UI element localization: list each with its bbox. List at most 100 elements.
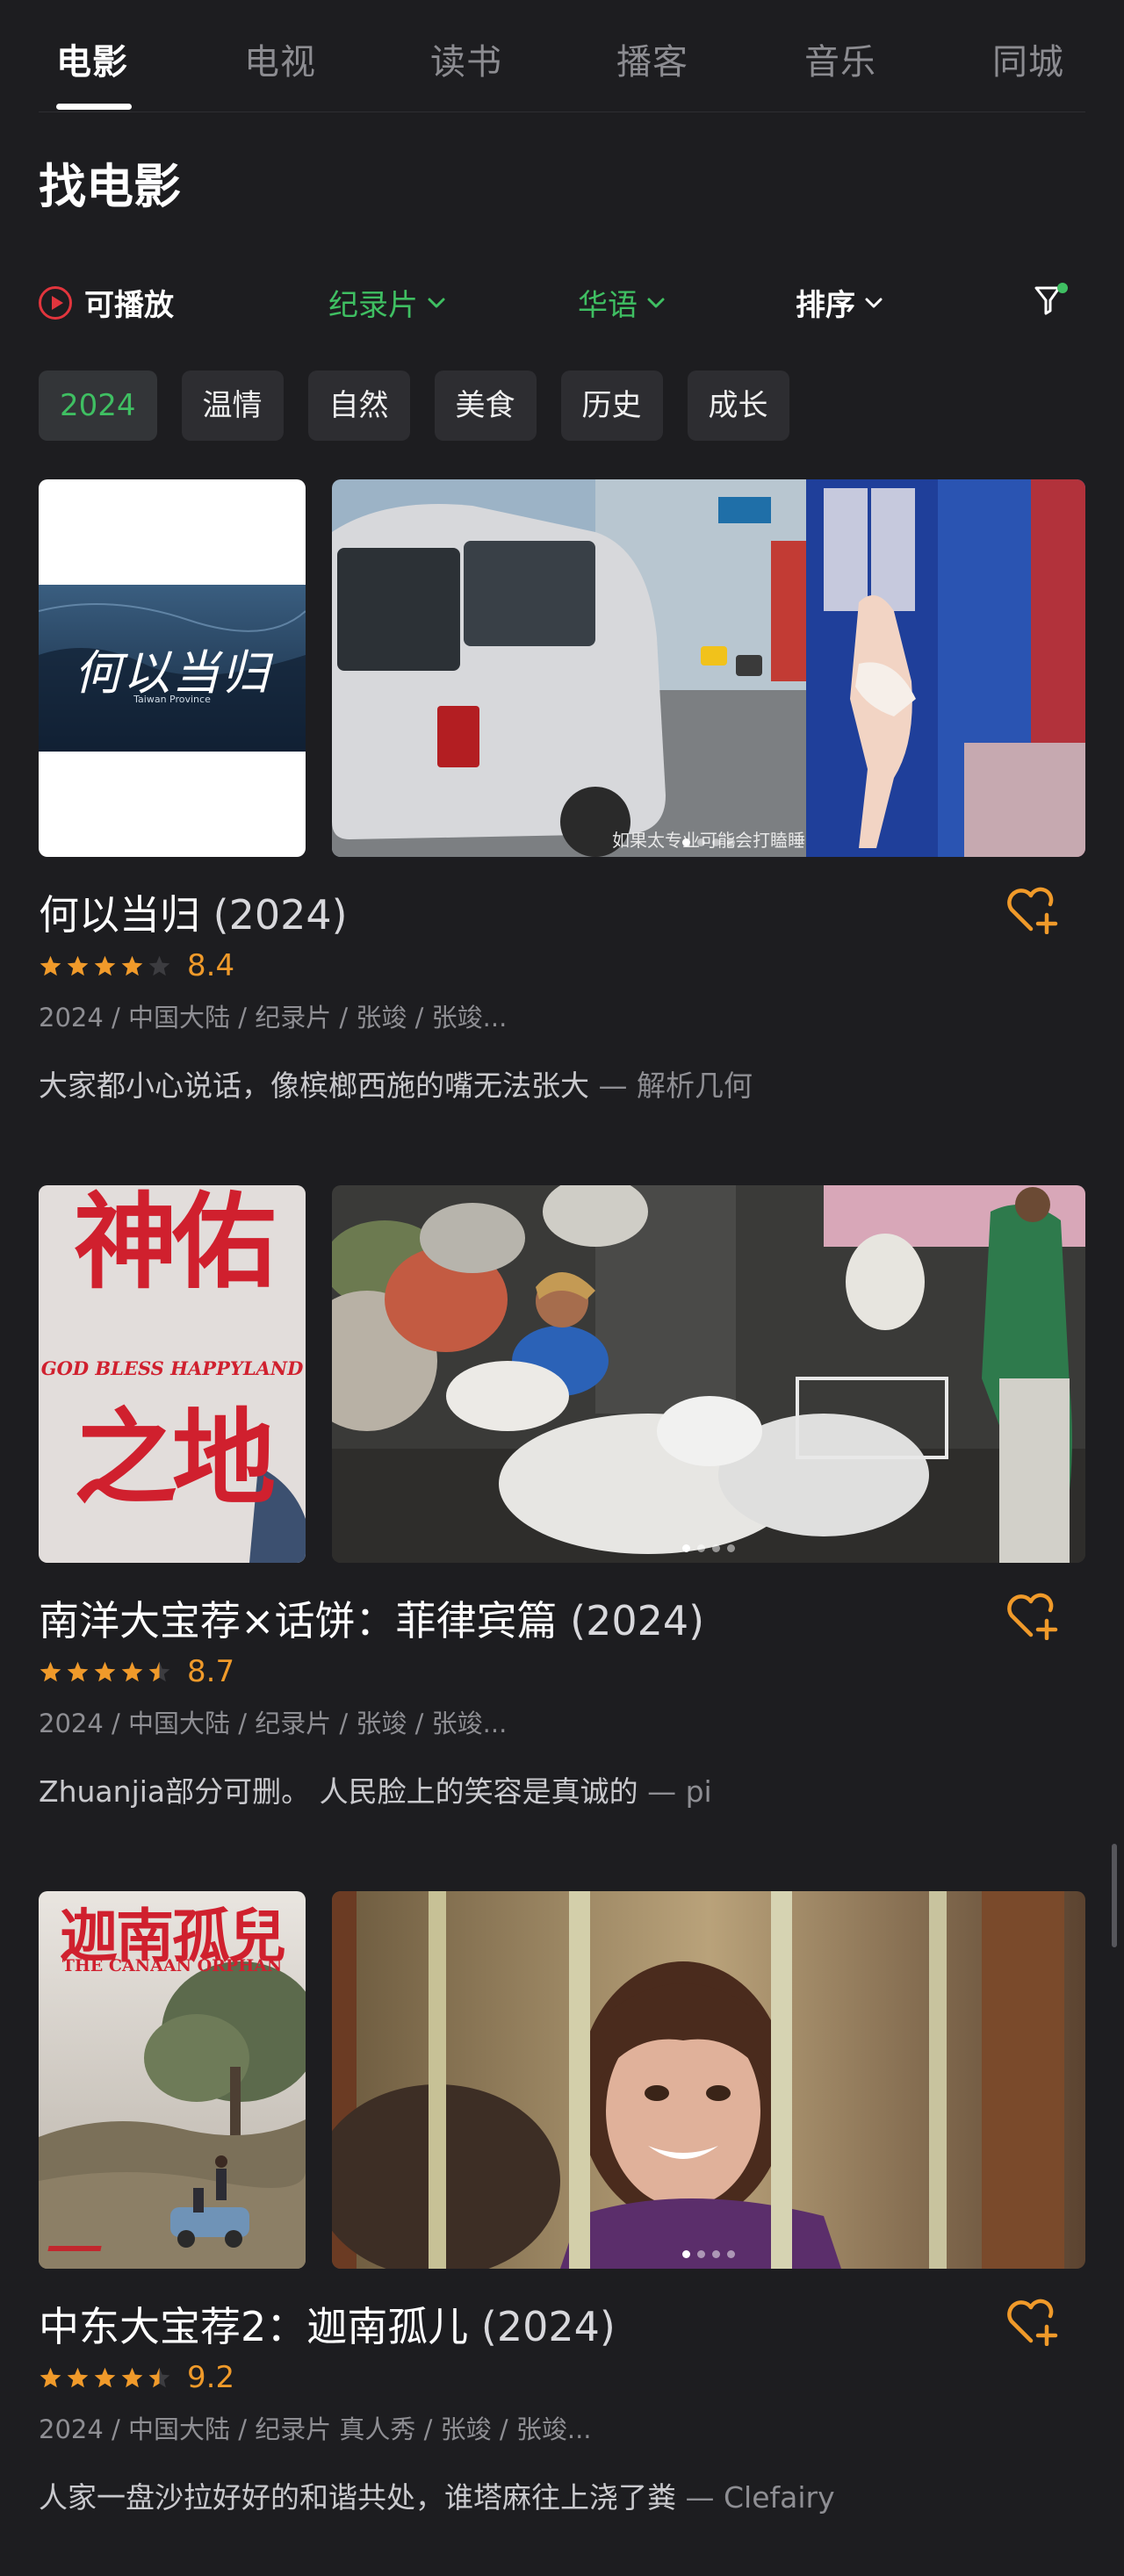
poster-subtitle: THE CANAAN ORPHAN [61, 1956, 283, 1975]
language-dropdown[interactable]: 华语 [578, 281, 667, 324]
play-circle-icon [39, 285, 72, 320]
tab-movie[interactable]: 电影 [56, 33, 128, 84]
tab-tv[interactable]: 电视 [244, 33, 316, 84]
movie-still[interactable] [332, 1891, 1085, 2269]
still-image [332, 1891, 1085, 2269]
star-rating [39, 2366, 171, 2390]
movie-still[interactable] [332, 1185, 1085, 1563]
carousel-dots [332, 2250, 1085, 2258]
genre-dropdown[interactable]: 纪录片 [328, 281, 448, 324]
still-image [332, 1185, 1085, 1563]
carousel-dot [727, 1544, 735, 1552]
carousel-dot [727, 838, 735, 846]
poster-title-top: 神佑 [73, 1185, 276, 1303]
star-full-icon [94, 1661, 116, 1681]
playable-label: 可播放 [84, 288, 174, 323]
quote-text: Zhuanjia部分可删。 人民脸上的笑容是真诚的 [39, 1774, 638, 1809]
advanced-filter-button[interactable] [1029, 279, 1071, 321]
movie-poster[interactable]: 神佑 GOD BLESS HAPPYLAND 之地 [39, 1185, 306, 1563]
chevron-down-icon [865, 298, 883, 307]
carousel-dots [332, 1544, 1085, 1552]
star-full-icon [121, 1661, 143, 1681]
tab-music[interactable]: 音乐 [804, 33, 876, 84]
filter-active-dot [1057, 283, 1068, 293]
heart-plus-icon[interactable] [1005, 885, 1061, 934]
quote-text: 人家一盘沙拉好好的和谐共处，谁塔麻往上浇了粪 [39, 2480, 676, 2515]
heart-plus-icon[interactable] [1005, 1591, 1061, 1640]
carousel-dot [682, 838, 690, 846]
movie-meta: 2024 / 中国大陆 / 纪录片 真人秀 / 张竣 / 张竣... [39, 2414, 592, 2444]
carousel-dot [712, 1544, 720, 1552]
movie-quote[interactable]: Zhuanjia部分可删。 人民脸上的笑容是真诚的 — pi [39, 1768, 712, 1810]
star-full-icon [121, 2367, 143, 2387]
carousel-dot [697, 2250, 705, 2258]
active-tab-indicator [56, 104, 132, 110]
rating-score: 9.2 [187, 2360, 235, 2395]
star-full-icon [67, 1661, 89, 1681]
genre-label: 纪录片 [328, 288, 418, 323]
movie-title[interactable]: 何以当归 (2024) [39, 883, 348, 941]
movie-year: (2024) [570, 1597, 705, 1644]
tag-growth[interactable]: 成长 [687, 371, 789, 441]
sort-label: 排序 [796, 288, 855, 323]
carousel-dot [727, 2250, 735, 2258]
movie-meta: 2024 / 中国大陆 / 纪录片 / 张竣 / 张竣... [39, 1003, 508, 1033]
filter-bar: 可播放 纪录片 华语 排序 [0, 272, 1124, 328]
carousel-dot [697, 838, 705, 846]
tab-books[interactable]: 读书 [430, 33, 502, 84]
star-half-icon [148, 2367, 170, 2387]
movie-year: (2024) [480, 2303, 616, 2350]
movie-title[interactable]: 中东大宝荐2：迦南孤儿 (2024) [39, 2295, 616, 2353]
tag-food[interactable]: 美食 [434, 371, 537, 441]
tab-local[interactable]: 同城 [992, 33, 1064, 84]
star-empty-icon [148, 955, 170, 975]
star-full-icon [121, 955, 143, 975]
carousel-dot [712, 838, 720, 846]
carousel-dot [682, 2250, 690, 2258]
tag-history[interactable]: 历史 [560, 371, 663, 441]
rating-row: 8.7 [39, 1654, 234, 1689]
star-rating [39, 1660, 171, 1684]
poster-logo [47, 2221, 107, 2251]
poster-title-bottom: 之地 [73, 1397, 276, 1519]
rating-row: 9.2 [39, 2360, 234, 2395]
quote-text: 大家都小心说话，像槟榔西施的嘴无法张大 [39, 1069, 589, 1103]
rating-row: 8.4 [39, 948, 234, 983]
carousel-dot [712, 2250, 720, 2258]
poster-subtitle: Taiwan Province [133, 694, 211, 705]
movie-poster[interactable]: 何以当归 Taiwan Province [39, 479, 306, 857]
movie-title[interactable]: 南洋大宝荐×话饼：菲律宾篇 (2024) [39, 1589, 704, 1647]
star-full-icon [67, 955, 89, 975]
scrollbar-thumb[interactable] [1112, 1844, 1117, 1947]
movie-still[interactable]: 如果太专业可能会打瞌睡 [332, 479, 1085, 857]
movie-poster[interactable]: 迦南孤兒 THE CANAAN ORPHAN [39, 1891, 306, 2269]
chevron-down-icon [647, 298, 665, 307]
star-full-icon [94, 955, 116, 975]
star-rating [39, 954, 171, 978]
playable-filter[interactable]: 可播放 [39, 281, 174, 324]
tag-list: 2024 温情 自然 美食 历史 成长 [39, 371, 789, 441]
language-label: 华语 [578, 288, 638, 323]
tag-2024[interactable]: 2024 [39, 371, 157, 441]
star-full-icon [40, 2367, 61, 2387]
rating-score: 8.4 [187, 948, 235, 983]
star-full-icon [94, 2367, 116, 2387]
quote-author: — pi [647, 1774, 712, 1809]
star-full-icon [67, 2367, 89, 2387]
carousel-dot [682, 1544, 690, 1552]
quote-author: — 解析几何 [598, 1069, 753, 1103]
movie-year: (2024) [213, 891, 348, 939]
tab-podcast[interactable]: 播客 [616, 33, 688, 84]
movie-quote[interactable]: 人家一盘沙拉好好的和谐共处，谁塔麻往上浇了粪 — Clefairy [39, 2474, 835, 2516]
movie-quote[interactable]: 大家都小心说话，像槟榔西施的嘴无法张大 — 解析几何 [39, 1062, 753, 1105]
tag-warm[interactable]: 温情 [181, 371, 284, 441]
tag-nature[interactable]: 自然 [307, 371, 410, 441]
movie-meta: 2024 / 中国大陆 / 纪录片 / 张竣 / 张竣... [39, 1709, 508, 1738]
rating-score: 8.7 [187, 1654, 235, 1689]
heart-plus-icon[interactable] [1005, 2297, 1061, 2346]
carousel-dots [332, 838, 1085, 846]
sort-dropdown[interactable]: 排序 [796, 281, 885, 324]
page-title: 找电影 [39, 159, 181, 214]
chevron-down-icon [428, 298, 445, 307]
star-full-icon [40, 955, 61, 975]
